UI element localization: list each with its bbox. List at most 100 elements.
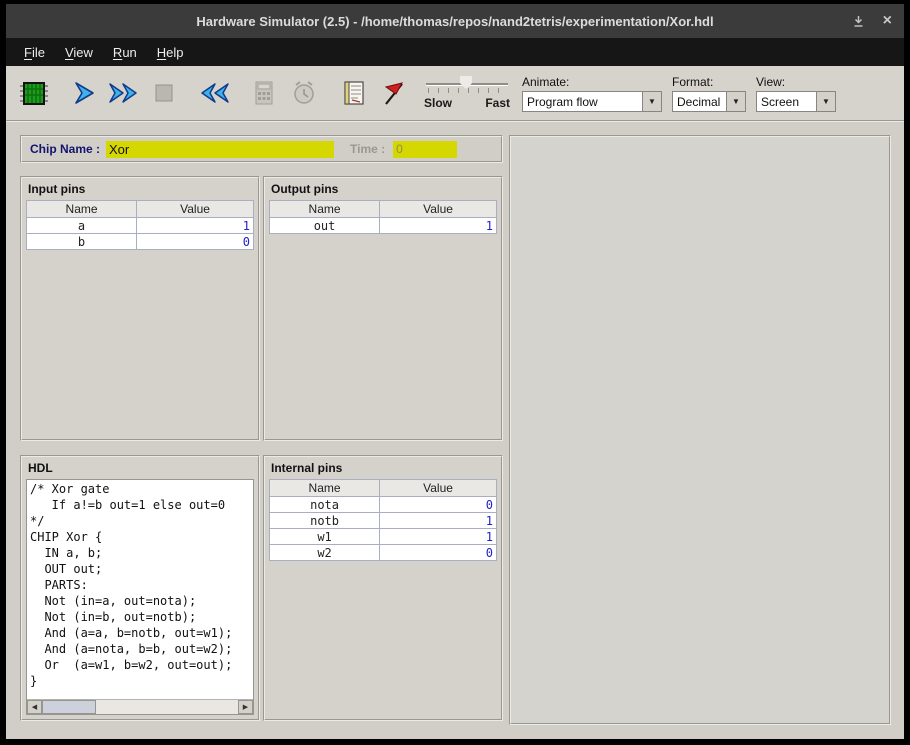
pin-value-cell[interactable]: 1 [137, 218, 254, 234]
reset-button[interactable] [196, 72, 232, 114]
minimize-button[interactable] [852, 15, 865, 28]
content-area: Chip Name : Xor Time : 0 Input pins Name… [6, 122, 904, 739]
format-value: Decimal [673, 92, 726, 111]
script-icon [342, 80, 366, 106]
pin-name-cell: w1 [270, 529, 380, 545]
run-button[interactable] [106, 72, 142, 114]
single-step-icon [72, 81, 96, 105]
format-group: Format: Decimal ▼ [672, 75, 746, 112]
toolbar: Slow Fast Animate: Program flow ▼ Format… [6, 66, 904, 122]
view-label: View: [756, 75, 836, 89]
time-field: 0 [393, 141, 457, 158]
table-header-row: Name Value [270, 480, 497, 497]
input-pins-panel: Input pins Name Value a 1 [20, 176, 260, 441]
table-header-row: Name Value [270, 201, 497, 218]
calculator-icon [253, 80, 275, 106]
table-row: w1 1 [270, 529, 497, 545]
hdl-title: HDL [22, 457, 258, 477]
chevron-down-icon[interactable]: ▼ [726, 92, 745, 111]
stop-icon [154, 83, 174, 103]
hdl-code: /* Xor gate If a!=b out=1 else out=0 */ … [27, 480, 253, 699]
output-pins-table: Name Value out 1 [269, 200, 497, 234]
output-pins-panel: Output pins Name Value out 1 [263, 176, 503, 441]
hdl-code-area: /* Xor gate If a!=b out=1 else out=0 */ … [26, 479, 254, 715]
chevron-down-icon[interactable]: ▼ [642, 92, 661, 111]
menu-help[interactable]: Help [147, 40, 194, 65]
view-select[interactable]: Screen ▼ [756, 91, 836, 112]
view-group: View: Screen ▼ [756, 75, 836, 112]
speed-slider-group: Slow Fast [424, 76, 510, 110]
format-select[interactable]: Decimal ▼ [672, 91, 746, 112]
internal-pins-table-wrap: Name Value nota 0 notb 1 [269, 479, 497, 715]
input-pins-title: Input pins [22, 178, 258, 198]
flag-icon [380, 80, 408, 106]
output-pins-title: Output pins [265, 178, 501, 198]
animate-group: Animate: Program flow ▼ [522, 75, 662, 112]
stop-button[interactable] [146, 72, 182, 114]
pin-value-cell: 0 [380, 497, 497, 513]
animate-select[interactable]: Program flow ▼ [522, 91, 662, 112]
format-label: Format: [672, 75, 746, 89]
pin-name-cell: w2 [270, 545, 380, 561]
slow-label: Slow [424, 96, 452, 110]
calculator-button[interactable] [246, 72, 282, 114]
menu-file[interactable]: File [14, 40, 55, 65]
chip-name-field[interactable]: Xor [106, 141, 334, 158]
load-chip-button[interactable] [16, 72, 52, 114]
minimize-icon [852, 15, 865, 28]
pin-name-cell: a [27, 218, 137, 234]
single-step-button[interactable] [66, 72, 102, 114]
pins-row: Input pins Name Value a 1 [20, 176, 503, 441]
pin-value-cell: 1 [380, 218, 497, 234]
table-row: notb 1 [270, 513, 497, 529]
internal-pins-table: Name Value nota 0 notb 1 [269, 479, 497, 561]
column-header-value: Value [380, 201, 497, 218]
window-controls: × [852, 4, 892, 38]
pin-value-cell: 1 [380, 529, 497, 545]
left-column: Chip Name : Xor Time : 0 Input pins Name… [20, 135, 503, 725]
scrollbar-thumb[interactable] [42, 700, 96, 714]
internal-pins-title: Internal pins [265, 457, 501, 477]
slider-ticks [428, 88, 508, 93]
scroll-left-icon[interactable]: ◀ [27, 700, 42, 714]
clock-button[interactable] [286, 72, 322, 114]
chevron-down-icon[interactable]: ▼ [816, 92, 835, 111]
chip-name-label: Chip Name : [30, 142, 100, 156]
screen-view-panel [509, 135, 891, 725]
column-header-name: Name [270, 201, 380, 218]
horizontal-scrollbar[interactable]: ◀ ▶ [27, 699, 253, 714]
chip-name-bar: Chip Name : Xor Time : 0 [20, 135, 503, 163]
pin-value-cell: 0 [380, 545, 497, 561]
chip-icon [19, 80, 49, 106]
table-header-row: Name Value [27, 201, 254, 218]
pin-value-cell[interactable]: 0 [137, 234, 254, 250]
pin-name-cell: nota [270, 497, 380, 513]
close-icon: × [883, 13, 892, 29]
reset-icon [198, 81, 230, 105]
bottom-row: HDL /* Xor gate If a!=b out=1 else out=0… [20, 455, 503, 721]
internal-pins-panel: Internal pins Name Value nota 0 [263, 455, 503, 721]
animate-value: Program flow [523, 92, 642, 111]
column-header-value: Value [380, 480, 497, 497]
scroll-right-icon[interactable]: ▶ [238, 700, 253, 714]
speed-slider[interactable] [424, 76, 510, 94]
breakpoints-button[interactable] [376, 72, 412, 114]
column-header-value: Value [137, 201, 254, 218]
animate-label: Animate: [522, 75, 662, 89]
pin-name-cell: notb [270, 513, 380, 529]
column-header-name: Name [27, 201, 137, 218]
menu-run[interactable]: Run [103, 40, 147, 65]
pin-name-cell: out [270, 218, 380, 234]
scrollbar-track[interactable] [42, 700, 238, 714]
input-pins-table-wrap: Name Value a 1 b 0 [26, 200, 254, 435]
titlebar: Hardware Simulator (2.5) - /home/thomas/… [6, 4, 904, 38]
menubar: File View Run Help [6, 38, 904, 66]
clock-icon [291, 80, 317, 106]
table-row: w2 0 [270, 545, 497, 561]
table-row: nota 0 [270, 497, 497, 513]
menu-view[interactable]: View [55, 40, 103, 65]
hdl-panel: HDL /* Xor gate If a!=b out=1 else out=0… [20, 455, 260, 721]
column-header-name: Name [270, 480, 380, 497]
script-button[interactable] [336, 72, 372, 114]
close-button[interactable]: × [883, 13, 892, 29]
